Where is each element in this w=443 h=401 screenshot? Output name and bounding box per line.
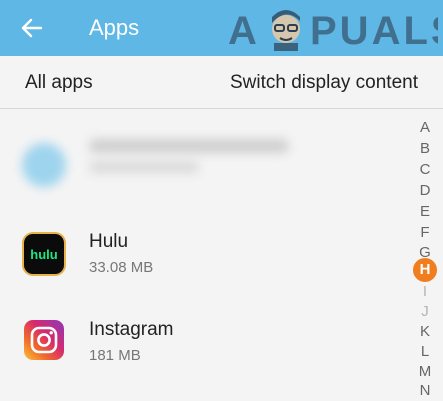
appuals-watermark-logo: A PUALS (228, 6, 438, 52)
instagram-icon (24, 320, 64, 360)
all-apps-filter[interactable]: All apps (25, 72, 93, 94)
index-letter[interactable]: L (410, 342, 440, 362)
index-letter[interactable]: K (410, 322, 440, 342)
index-letter[interactable]: E (410, 202, 440, 222)
index-letter[interactable]: C (410, 160, 440, 180)
mascot-icon (272, 10, 300, 51)
list-item[interactable]: hulu Hulu 33.08 MB (0, 213, 405, 303)
app-size: 33.08 MB (89, 259, 154, 276)
app-name: Instagram (89, 319, 174, 340)
list-item[interactable] (0, 109, 405, 199)
app-name: Hulu (89, 231, 129, 252)
page-title: Apps (89, 15, 140, 40)
alphabet-index-scroller[interactable]: A B C D E F G H I J K L M N (410, 118, 440, 401)
arrow-left-icon (21, 18, 43, 38)
index-letter[interactable]: B (410, 139, 440, 159)
watermark-logo-text: A PUALS (228, 9, 438, 52)
blurred-app-icon (22, 143, 66, 187)
switch-display-content-button[interactable]: Switch display content (230, 72, 418, 94)
subheader: All apps Switch display content (0, 56, 443, 109)
index-letter[interactable]: J (410, 302, 440, 322)
index-letter[interactable]: M (410, 362, 440, 382)
hulu-icon-text: hulu (30, 246, 58, 262)
index-letter[interactable]: N (410, 381, 440, 401)
index-letter[interactable]: A (410, 118, 440, 138)
app-bar: Apps A PUALS (0, 0, 443, 56)
back-button[interactable] (14, 12, 50, 44)
blurred-app-name (89, 139, 289, 153)
list-item[interactable]: Instagram 181 MB (0, 303, 405, 393)
app-size: 181 MB (89, 347, 141, 364)
index-letter[interactable]: I (410, 282, 440, 302)
blurred-app-size (89, 161, 199, 173)
index-letter-active[interactable]: H (413, 258, 437, 282)
index-letter[interactable]: D (410, 181, 440, 201)
hulu-icon: hulu (24, 234, 64, 274)
index-letter[interactable]: F (410, 223, 440, 243)
svg-text:A: A (228, 9, 260, 52)
instagram-camera-glyph (30, 326, 58, 354)
svg-text:PUALS: PUALS (310, 9, 438, 52)
